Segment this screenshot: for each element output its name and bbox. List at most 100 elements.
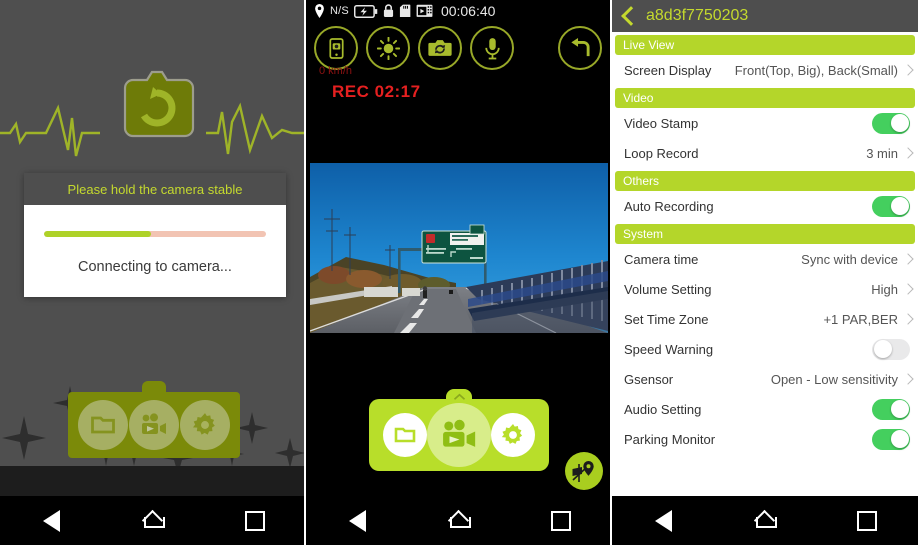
settings-header: a8d3f7750203 <box>612 0 918 32</box>
tool-camera-switch[interactable] <box>418 26 462 70</box>
settings-row[interactable]: Parking Monitor <box>612 424 918 454</box>
android-navbar <box>306 496 612 545</box>
settings-row[interactable]: Volume Setting High <box>612 274 918 304</box>
settings-row-label: Camera time <box>624 251 699 267</box>
settings-toggle[interactable] <box>872 112 910 134</box>
panel-divider-2 <box>610 0 612 545</box>
settings-row[interactable]: Speed Warning <box>612 334 918 364</box>
navbar-back-button[interactable] <box>640 504 686 538</box>
chevron-right-icon <box>902 253 914 265</box>
folder-icon <box>394 427 416 443</box>
chevron-up-icon <box>453 393 465 400</box>
tool-snapshot-to-phone[interactable] <box>314 26 358 70</box>
screenshot-stage: Please hold the camera stable Connecting… <box>0 0 918 545</box>
navbar-recents-button[interactable] <box>844 504 890 538</box>
dialog-title: Please hold the camera stable <box>24 173 286 205</box>
gps-status-label: N/S <box>330 5 349 17</box>
dashcam-frame <box>306 149 612 347</box>
chevron-left-icon[interactable] <box>621 6 641 26</box>
dock-item-settings[interactable] <box>491 413 535 457</box>
page-title: a8d3f7750203 <box>646 7 749 24</box>
settings-row[interactable]: Audio Setting <box>612 394 918 424</box>
dock-handle[interactable] <box>446 389 472 401</box>
bottom-dock <box>68 381 240 458</box>
dock-item-files[interactable] <box>78 400 128 450</box>
settings-row[interactable]: Video Stamp <box>612 108 918 138</box>
panel-connecting: Please hold the camera stable Connecting… <box>0 0 306 545</box>
toggle-knob <box>890 430 909 448</box>
settings-row[interactable]: Gsensor Open - Low sensitivity <box>612 364 918 394</box>
settings-row-label: Loop Record <box>624 145 699 161</box>
settings-row[interactable]: Auto Recording <box>612 191 918 221</box>
film-strip-icon <box>416 4 433 17</box>
navbar-back-button[interactable] <box>334 504 380 538</box>
settings-row[interactable]: Set Time Zone +1 PAR,BER <box>612 304 918 334</box>
tool-microphone[interactable] <box>470 26 514 70</box>
toggle-knob <box>890 197 909 215</box>
settings-list: Live View Screen Display Front(Top, Big), … <box>612 35 918 454</box>
navbar-home-button[interactable] <box>742 504 788 538</box>
brightness-icon <box>376 36 400 60</box>
chevron-right-icon <box>902 313 914 325</box>
chevron-right-icon <box>902 373 914 385</box>
gear-icon <box>192 413 215 435</box>
settings-section-header: System <box>615 224 915 244</box>
camera-status-bar: N/S 00:06:40 <box>306 0 612 22</box>
triangle-back-icon <box>654 509 672 532</box>
tool-brightness[interactable] <box>366 26 410 70</box>
settings-toggle[interactable] <box>872 428 910 450</box>
settings-toggle[interactable] <box>872 398 910 420</box>
settings-row-label: Parking Monitor <box>624 431 716 447</box>
settings-row[interactable]: Screen Display Front(Top, Big), Back(Smal… <box>612 55 918 85</box>
settings-toggle[interactable] <box>872 195 910 217</box>
settings-section-header: Others <box>615 171 915 191</box>
settings-row-label: Set Time Zone <box>624 311 709 327</box>
home-icon <box>755 513 777 528</box>
camera-clock: 00:06:40 <box>440 3 496 19</box>
dialog-body: Connecting to camera... <box>24 205 286 297</box>
settings-row-value: Front(Top, Big), Back(Small) <box>734 62 898 78</box>
lock-icon <box>383 4 394 17</box>
panel-live-view: N/S 00:06:40 0 km/h REC 02:17 <box>306 0 612 545</box>
settings-row[interactable]: Camera time Sync with device <box>612 244 918 274</box>
connecting-status-text: Connecting to camera... <box>78 259 232 275</box>
settings-row-label: Speed Warning <box>624 341 714 357</box>
location-pin-icon <box>315 4 324 18</box>
settings-toggle[interactable] <box>872 338 910 360</box>
camera-switch-icon <box>428 40 452 56</box>
triangle-back-icon <box>42 509 60 532</box>
navbar-home-button[interactable] <box>130 504 176 538</box>
gps-button[interactable] <box>565 452 603 490</box>
dock-item-record[interactable] <box>129 400 179 450</box>
dock-item-record[interactable] <box>427 403 491 467</box>
microphone-icon <box>484 37 500 59</box>
home-icon <box>143 513 165 528</box>
dock-handle[interactable] <box>142 381 166 394</box>
settings-row-label: Video Stamp <box>624 115 699 131</box>
sdcard-icon <box>399 4 411 17</box>
recording-indicator: REC 02:17 <box>332 82 421 101</box>
folder-icon <box>91 416 115 434</box>
live-video-feed[interactable] <box>306 149 612 347</box>
gps-map-marker-icon <box>572 461 594 482</box>
navbar-back-button[interactable] <box>28 504 74 538</box>
camera-refresh-icon <box>123 70 195 138</box>
navbar-home-button[interactable] <box>436 504 482 538</box>
dock-item-files[interactable] <box>383 413 427 457</box>
settings-row-label: Volume Setting <box>624 281 712 297</box>
home-icon <box>449 513 471 528</box>
speed-readout: 0 km/h <box>319 65 353 77</box>
dock-item-settings[interactable] <box>180 400 230 450</box>
settings-row-value: +1 PAR,BER <box>823 311 898 327</box>
panel-settings: a8d3f7750203 Live View Screen Display Fron… <box>612 0 918 545</box>
toggle-knob <box>873 340 892 358</box>
navbar-recents-button[interactable] <box>232 504 278 538</box>
chevron-right-icon <box>902 64 914 76</box>
panel-divider-1 <box>304 0 306 545</box>
settings-row-label: Screen Display <box>624 62 712 78</box>
navbar-recents-button[interactable] <box>538 504 584 538</box>
battery-charging-icon <box>353 4 378 18</box>
camcorder-icon <box>142 413 166 434</box>
back-button[interactable] <box>558 26 602 70</box>
settings-row[interactable]: Loop Record 3 min <box>612 138 918 168</box>
